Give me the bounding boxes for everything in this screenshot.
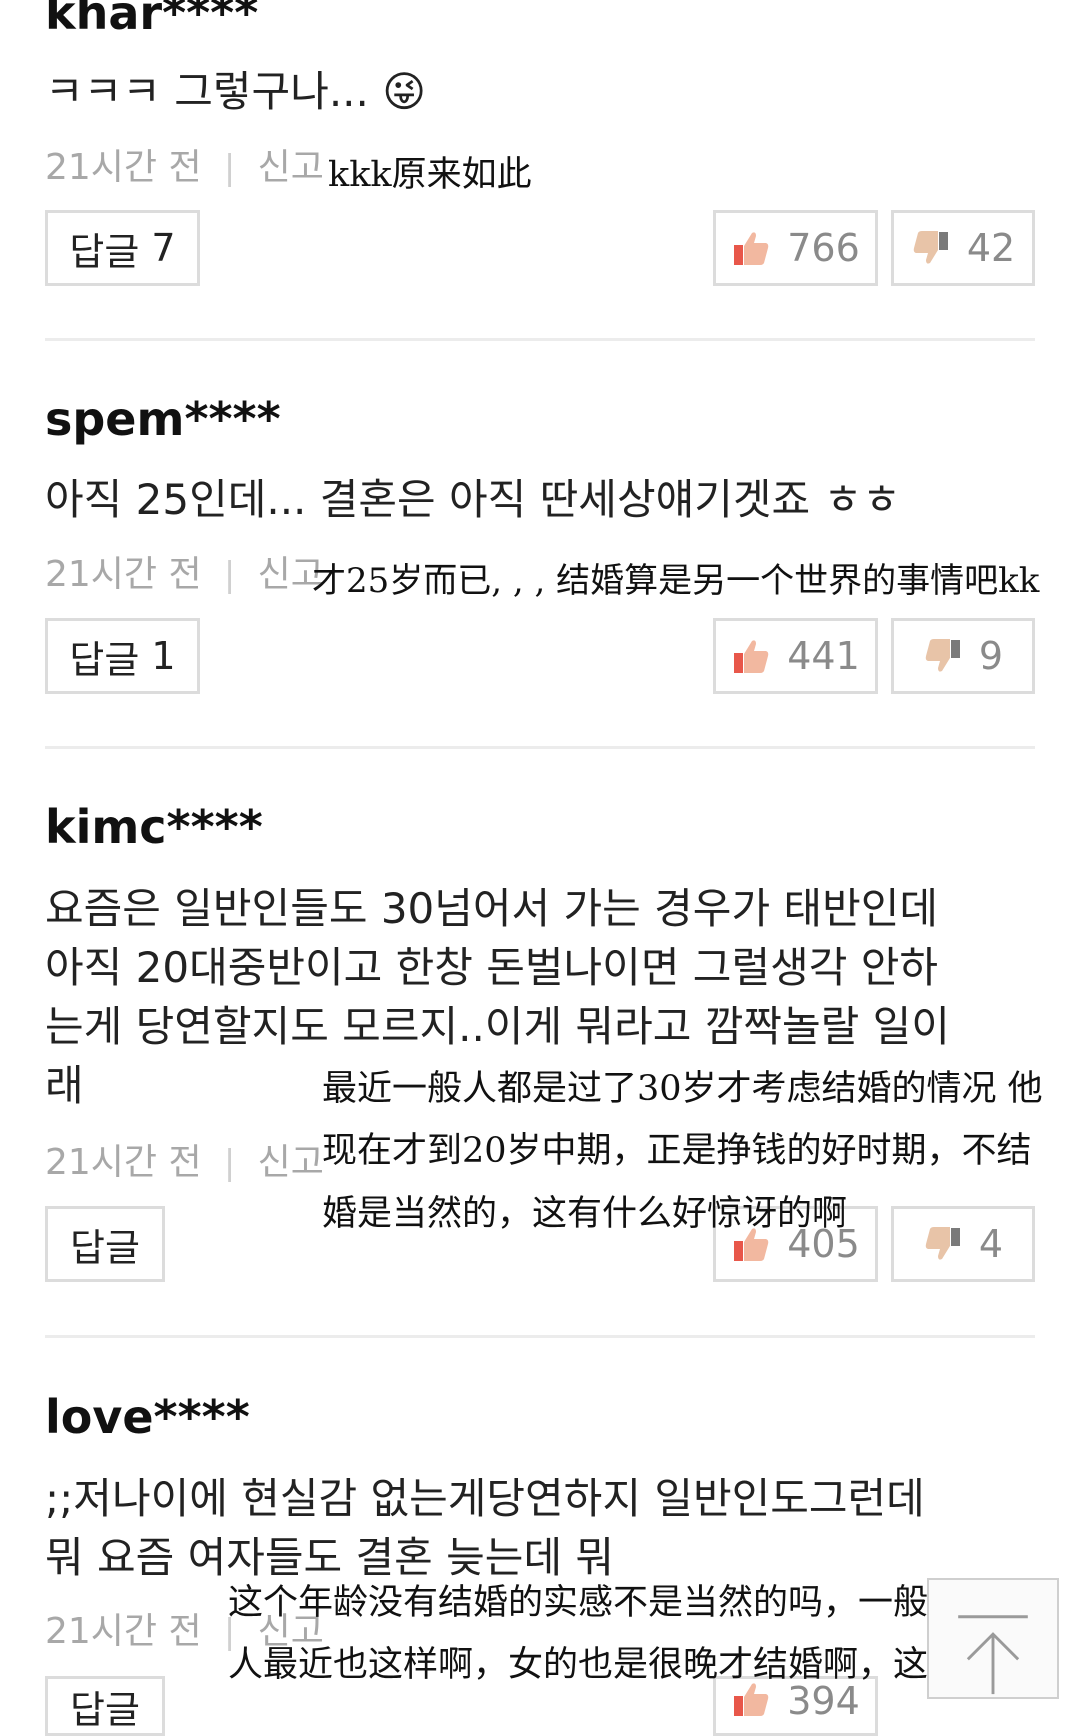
divider: | [213,555,247,595]
comment-time: 21시간 전 [45,1611,202,1652]
dislike-count: 42 [966,226,1016,270]
like-button[interactable]: 766 [713,210,878,286]
dislike-button[interactable]: 9 [891,618,1035,694]
thumbs-up-icon [734,640,769,673]
comment-divider [45,746,1035,749]
comment-text: 는게 당연할지도 모르지..이게 뭐라고 깜짝놀랄 일이 [45,1002,950,1051]
comment-username[interactable]: kimc**** [45,800,263,854]
comment-username[interactable]: spem**** [45,392,281,446]
comment-text: 아직 25인데... 결혼은 아직 딴세상얘기겟죠 ㅎㅎ [45,475,901,524]
translation-text: 才25岁而已, , , 结婚算是另一个世界的事情吧kk [312,561,1040,601]
comment-text: 아직 20대중반이고 한창 돈벌나이면 그럴생각 안하 [45,943,938,992]
reply-label: 답글 [69,637,140,682]
comment-username[interactable]: love**** [45,1390,250,1444]
comment-text: ;;저나이에 현실감 없는게당연하지 일반인도그런데 [45,1474,925,1523]
divider: | [213,148,247,188]
comment-text: 래 [45,1061,84,1110]
reply-button[interactable]: 답글 1 [45,618,200,694]
translation-text: 最近一般人都是过了30岁才考虑结婚的情况 他 [322,1069,1043,1109]
translation-text: kkk原来如此 [328,155,532,195]
reply-label: 답글 [70,1225,140,1270]
reply-count: 7 [151,226,176,270]
comment-time: 21시간 전 [45,1142,202,1183]
comment-username[interactable]: khar**** [45,0,258,40]
scroll-top-button[interactable] [927,1578,1059,1699]
reply-button[interactable]: 답글 7 [45,210,200,286]
arrow-up-icon [958,1615,1028,1695]
translation-text: 人最近也这样啊，女的也是很晚才结婚啊，这算什么 [228,1645,1034,1685]
thumbs-down-icon [913,231,948,264]
report-link[interactable]: 신고 [258,147,324,188]
translation-text: 婚是当然的，这有什么好惊讶的啊 [322,1194,848,1234]
comment-divider [45,1335,1035,1338]
divider: | [213,1143,247,1183]
dislike-button[interactable]: 42 [891,210,1035,286]
dislike-count: 4 [978,1222,1004,1266]
thumbs-up-icon [734,232,769,265]
translation-text: 现在才到20岁中期，正是挣钱的好时期，不结 [322,1131,1032,1171]
reply-label: 답글 [70,1688,140,1732]
thumbs-down-icon [925,1227,960,1260]
comment-time: 21시간 전 [45,147,202,188]
comment-text: 요즘은 일반인들도 30넘어서 가는 경우가 태반인데 [45,884,938,933]
comment-text: ㅋㅋㅋ 그렇구나... 😜 [45,67,427,116]
reply-button[interactable]: 답글 [45,1676,165,1736]
dislike-button[interactable]: 4 [891,1206,1035,1282]
reply-button[interactable]: 답글 [45,1206,165,1282]
comment-time: 21시간 전 [45,554,202,595]
like-button[interactable]: 441 [713,618,878,694]
dislike-count: 9 [978,634,1004,678]
like-count: 441 [787,634,860,678]
reply-count: 1 [151,634,176,678]
translation-text: 这个年龄没有结婚的实感不是当然的吗，一般 [228,1583,929,1623]
thumbs-down-icon [925,639,960,672]
like-count: 766 [787,226,860,270]
reply-label: 답글 [69,229,140,274]
comment-divider [45,338,1035,341]
report-link[interactable]: 신고 [258,1142,324,1183]
